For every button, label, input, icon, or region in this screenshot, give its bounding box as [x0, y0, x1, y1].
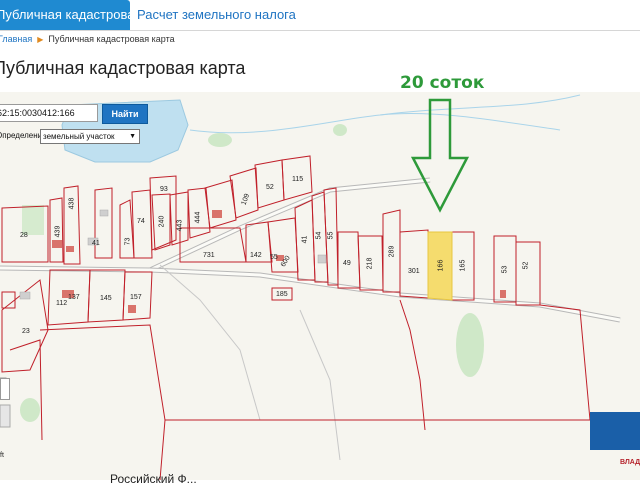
parcel-label[interactable]: 157 [130, 294, 142, 301]
parcel-label-selected[interactable]: 166 [437, 260, 444, 272]
breadcrumb-home-link[interactable]: Главная [0, 34, 32, 44]
parcel-label[interactable]: 28 [20, 232, 28, 239]
parcel-label[interactable]: 52 [522, 262, 529, 270]
area-annotation: 20 соток [400, 73, 485, 93]
stream [379, 112, 561, 131]
parcel-label[interactable]: 145 [100, 295, 112, 302]
parcel-label[interactable]: 218 [366, 258, 373, 270]
footer-text: Российский Ф... [110, 472, 197, 486]
definition-selected-value: земельный участок [43, 132, 115, 141]
breadcrumb-separator-icon: ▶ [37, 35, 44, 44]
stream [189, 94, 581, 134]
parcel-label[interactable]: 165 [459, 260, 466, 272]
top-tabs: Публичная кадастровая карта Расчет земел… [0, 0, 640, 31]
parcel-label[interactable]: 439 [54, 226, 61, 238]
parcel-label[interactable]: 185 [276, 291, 288, 298]
parcel-label[interactable]: 52 [266, 184, 274, 191]
parcel-label[interactable]: 115 [292, 176, 303, 183]
parcel-label[interactable]: 93 [160, 186, 168, 193]
map-canvas [0, 94, 621, 480]
parcel-label[interactable]: 137 [68, 294, 80, 301]
road [299, 309, 341, 461]
parcel-label[interactable]: 54 [315, 232, 322, 240]
road [159, 264, 261, 421]
parcel-label[interactable]: 74 [137, 218, 145, 225]
page-title: Публичная кадастровая карта [0, 58, 246, 78]
parcel-label[interactable]: 23 [22, 328, 30, 335]
parcel-label[interactable]: 731 [203, 252, 215, 259]
tab-cadastral-map[interactable]: Публичная кадастровая карта [0, 0, 130, 30]
parcel-label[interactable]: 142 [250, 252, 262, 259]
definition-select[interactable]: земельный участок ▼ [40, 129, 140, 144]
agency-logo-text: ВЛАДИ [620, 459, 640, 466]
search-button[interactable]: Найти [102, 104, 148, 124]
agency-logo [590, 412, 640, 450]
parcel-label[interactable]: 49 [343, 260, 351, 267]
parcel-label[interactable]: 41 [92, 240, 100, 247]
parcel-label[interactable]: 73 [124, 238, 131, 246]
road [149, 267, 621, 323]
breadcrumb-current: Публичная кадастровая карта [48, 34, 175, 44]
cadastral-number-input[interactable]: 62:15:0030412:166 [0, 104, 98, 122]
breadcrumb: Главная ▶ Публичная кадастровая карта [0, 34, 175, 44]
zoom-in-button[interactable] [0, 378, 10, 400]
parcel-label[interactable]: 289 [388, 246, 395, 258]
parcel-label[interactable]: 53 [501, 266, 508, 274]
parcel-label[interactable]: 438 [68, 198, 75, 210]
parcel-label[interactable]: 112 [56, 300, 67, 307]
scale-unit: ft [0, 452, 4, 459]
chevron-down-icon: ▼ [129, 133, 136, 140]
parcel-label[interactable]: 444 [194, 212, 201, 224]
parcel-label[interactable]: 301 [408, 268, 420, 275]
parcel-label[interactable]: 55 [270, 254, 278, 261]
parcel-label[interactable]: 41 [301, 236, 308, 244]
parcel-label[interactable]: 240 [158, 216, 165, 228]
tab-land-tax[interactable]: Расчет земельного налога [137, 0, 296, 30]
cadastral-map[interactable] [0, 92, 640, 480]
parcel-label[interactable]: 443 [176, 220, 183, 232]
parcel-label[interactable]: 55 [327, 232, 334, 240]
